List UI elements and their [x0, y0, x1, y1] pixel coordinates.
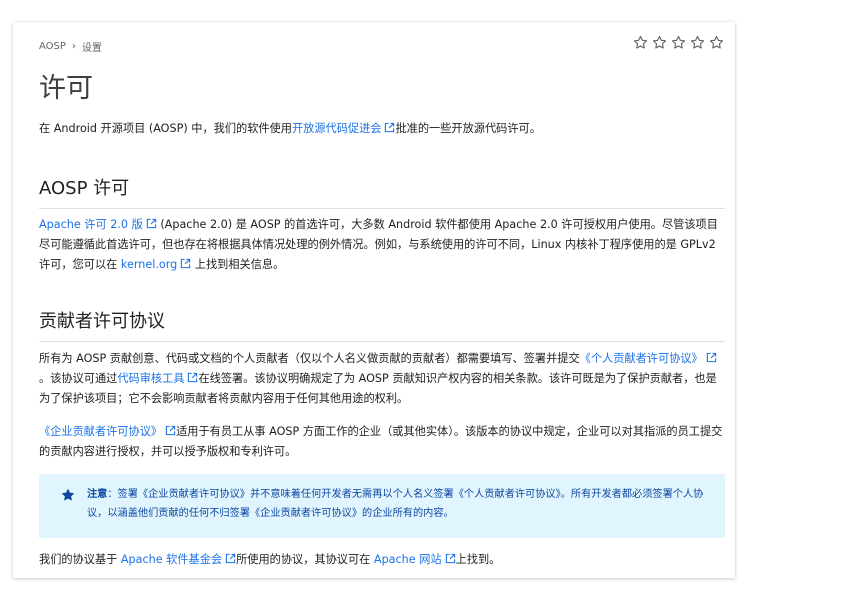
- asf-link[interactable]: Apache 软件基金会: [121, 553, 222, 566]
- osi-link[interactable]: 开放源代码促进会: [292, 122, 382, 135]
- note-callout: 注意：签署《企业贡献者许可协议》并不意味着任何开发者无需再以个人名义签署《个人贡…: [39, 474, 725, 538]
- intro-text: 在 Android 开源项目 (AOSP) 中，我们的软件使用: [39, 122, 292, 135]
- intro-text-end: 批准的一些开放源代码许可。: [395, 122, 541, 135]
- star-icon: [61, 488, 75, 501]
- intro-paragraph: 在 Android 开源项目 (AOSP) 中，我们的软件使用开放源代码促进会批…: [39, 119, 725, 139]
- note-label: 注意: [87, 489, 108, 500]
- note-body: 注意：签署《企业贡献者许可协议》并不意味着任何开发者无需再以个人名义签署《个人贡…: [87, 485, 711, 523]
- breadcrumb-aosp[interactable]: AOSP: [39, 41, 66, 52]
- external-link-icon: [706, 352, 716, 363]
- external-link-icon: [146, 218, 156, 229]
- breadcrumb-settings[interactable]: 设置: [82, 39, 102, 54]
- footer-text-mid: 所使用的协议，其协议可在: [236, 553, 374, 566]
- corporate-cla-link[interactable]: 《企业贡献者许可协议》: [39, 425, 162, 438]
- external-link-icon: [165, 425, 176, 436]
- external-link-icon: [225, 553, 236, 564]
- footer-paragraph: 我们的协议基于 Apache 软件基金会 所使用的协议，其协议可在 Apache …: [39, 550, 725, 570]
- external-link-icon: [385, 122, 395, 133]
- kernel-org-link[interactable]: kernel.org: [121, 258, 177, 271]
- cla-heading: 贡献者许可协议: [39, 307, 725, 342]
- aosp-license-paragraph: Apache 许可 2.0 版 (Apache 2.0) 是 AOSP 的首选许…: [39, 215, 725, 275]
- aosp-license-text-end: 上找到相关信息。: [191, 258, 285, 271]
- star-outline-icon[interactable]: [708, 34, 725, 51]
- star-outline-icon[interactable]: [632, 34, 649, 51]
- individual-cla-link[interactable]: 《个人贡献者许可协议》: [580, 352, 703, 365]
- cla-text: 所有为 AOSP 贡献创意、代码或文档的个人贡献者（仅以个人名义做贡献的贡献者）…: [39, 352, 580, 365]
- external-link-icon: [188, 372, 198, 383]
- footer-text-end: 上找到。: [455, 553, 501, 566]
- code-review-tool-link[interactable]: 代码审核工具: [117, 372, 184, 385]
- breadcrumb: AOSP › 设置: [39, 39, 102, 54]
- star-outline-icon[interactable]: [651, 34, 668, 51]
- apache-license-link[interactable]: Apache 许可 2.0 版: [39, 218, 143, 231]
- apache-website-link[interactable]: Apache 网站: [374, 553, 442, 566]
- footer-text: 我们的协议基于: [39, 553, 121, 566]
- cla-paragraph-2: 《企业贡献者许可协议》 适用于有员工从事 AOSP 方面工作的企业（或其他实体）。…: [39, 422, 725, 462]
- external-link-icon: [181, 258, 191, 269]
- page-card: AOSP › 设置 许可 在 Android 开源项目 (AOSP) 中，我们的…: [13, 22, 735, 578]
- note-text: ：签署《企业贡献者许可协议》并不意味着任何开发者无需再以个人名义签署《个人贡献者…: [87, 489, 704, 519]
- cla-paragraph-1: 所有为 AOSP 贡献创意、代码或文档的个人贡献者（仅以个人名义做贡献的贡献者）…: [39, 349, 725, 409]
- page-rating: [632, 34, 725, 51]
- page-title: 许可: [39, 73, 93, 104]
- external-link-icon: [445, 553, 455, 564]
- cla-text-mid: 。该协议可通过: [39, 372, 118, 385]
- aosp-license-heading: AOSP 许可: [39, 174, 725, 209]
- star-outline-icon[interactable]: [670, 34, 687, 51]
- chevron-right-icon: ›: [71, 41, 76, 52]
- star-outline-icon[interactable]: [689, 34, 706, 51]
